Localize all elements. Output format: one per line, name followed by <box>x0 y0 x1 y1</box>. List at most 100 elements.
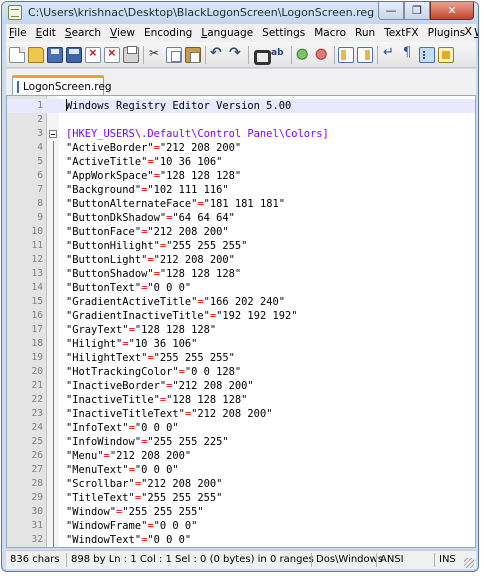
text-editor[interactable]: 1 Windows Registry Editor Version 5.00 2 3[… <box>6 95 476 548</box>
sync-horizontal-icon[interactable] <box>357 46 373 63</box>
registry-key: "ButtonHilight" <box>66 240 160 252</box>
editor-line[interactable]: 31 "WindowFrame"="0 0 0" <box>7 519 475 533</box>
print-icon[interactable] <box>123 45 139 63</box>
editor-line[interactable]: 9 "ButtonDkShadow"="64 64 64" <box>7 211 475 225</box>
menu-item[interactable]: Search <box>62 27 104 39</box>
cut-icon[interactable] <box>147 46 163 63</box>
tab-logonscreen-reg[interactable]: LogonScreen.reg <box>12 75 111 95</box>
editor-line[interactable]: 25 "InfoWindow"="255 255 225" <box>7 435 475 449</box>
editor-line[interactable]: 8 "ButtonAlternateFace"="181 181 181" <box>7 197 475 211</box>
editor-line[interactable]: 10 "ButtonFace"="212 208 200" <box>7 225 475 239</box>
open-file-icon[interactable] <box>28 46 44 63</box>
editor-line[interactable]: 23 "InactiveTitleText"="212 208 200" <box>7 407 475 421</box>
paste-icon[interactable] <box>185 46 201 63</box>
editor-line[interactable]: 27 "MenuText"="0 0 0" <box>7 463 475 477</box>
title-bar[interactable]: C:\Users\krishnac\Desktop\BlackLogonScre… <box>2 2 478 24</box>
editor-line[interactable]: 11 "ButtonHilight"="255 255 255" <box>7 239 475 253</box>
editor-line[interactable]: 24 "InfoText"="0 0 0" <box>7 421 475 435</box>
editor-line[interactable]: 15 "GradientActiveTitle"="166 202 240" <box>7 295 475 309</box>
registry-key: "GradientActiveTitle" <box>66 296 198 308</box>
editor-line[interactable]: 12 "ButtonLight"="212 208 200" <box>7 253 475 267</box>
line-number: 13 <box>31 268 43 279</box>
editor-line[interactable]: 29 "TitleText"="255 255 255" <box>7 491 475 505</box>
registry-key: "HilightText" <box>66 352 148 364</box>
fold-guide <box>49 379 57 393</box>
user-language-icon[interactable] <box>438 46 454 63</box>
find-icon[interactable] <box>252 47 271 65</box>
registry-key: "ActiveTitle" <box>66 156 148 168</box>
menu-label: Plugins <box>427 27 466 39</box>
editor-line[interactable]: 14 "ButtonText"="0 0 0" <box>7 281 475 295</box>
editor-line[interactable]: 17 "GrayText"="128 128 128" <box>7 323 475 337</box>
minimize-button[interactable]: — <box>378 2 404 20</box>
menu-item[interactable]: Run <box>352 27 378 39</box>
editor-line[interactable]: 5 "ActiveTitle"="10 36 106" <box>7 155 475 169</box>
save-icon[interactable] <box>47 46 63 63</box>
registry-value: "102 111 116" <box>147 184 229 196</box>
editor-line[interactable]: 4 "ActiveBorder"="212 208 200" <box>7 141 475 155</box>
editor-line[interactable]: 13 "ButtonShadow"="128 128 128" <box>7 267 475 281</box>
registry-key: "AppWorkSpace" <box>66 170 154 182</box>
editor-line[interactable]: 28 "Scrollbar"="212 208 200" <box>7 477 475 491</box>
zoom-in-icon[interactable] <box>295 46 311 63</box>
editor-line[interactable]: 22 "InactiveTitle"="128 128 128" <box>7 393 475 407</box>
show-all-chars-icon[interactable] <box>400 45 416 63</box>
menu-item[interactable]: Settings <box>259 27 308 39</box>
indent-guide-icon[interactable] <box>419 46 435 63</box>
editor-line[interactable]: 1 Windows Registry Editor Version 5.00 <box>7 99 475 113</box>
fold-toggle-icon[interactable] <box>49 130 57 138</box>
editor-line[interactable]: 2 <box>7 113 475 127</box>
word-wrap-icon[interactable] <box>381 45 397 63</box>
tab-bar: LogonScreen.reg <box>6 69 476 95</box>
menu-item[interactable]: File <box>6 27 30 39</box>
editor-line[interactable]: 19 "HilightText"="255 255 255" <box>7 351 475 365</box>
save-all-icon[interactable] <box>66 46 82 63</box>
editor-line[interactable]: 6 "AppWorkSpace"="128 128 128" <box>7 169 475 183</box>
close-all-icon[interactable] <box>104 45 120 63</box>
menu-item[interactable]: View <box>107 27 138 39</box>
menu-accelerator: S <box>64 27 72 39</box>
redo-icon[interactable] <box>228 45 244 63</box>
copy-icon[interactable] <box>166 46 182 63</box>
line-content: "Scrollbar"="212 208 200" <box>66 477 222 491</box>
registry-value: "0 0 0" <box>147 282 192 294</box>
line-number: 25 <box>31 436 43 447</box>
close-document-icon[interactable]: X <box>464 25 472 38</box>
menu-item[interactable]: Encoding <box>141 27 195 39</box>
close-file-icon[interactable] <box>85 45 101 63</box>
line-content: "InactiveTitle"="128 128 128" <box>66 393 247 407</box>
restore-button[interactable]: ❐ <box>404 2 430 20</box>
status-eol-format: Dos\Windows <box>316 554 384 565</box>
line-number: 18 <box>31 338 43 349</box>
editor-line[interactable]: 20 "HotTrackingColor"="0 0 128" <box>7 365 475 379</box>
editor-line[interactable]: 16 "GradientInactiveTitle"="192 192 192" <box>7 309 475 323</box>
close-window-button[interactable]: ✕ <box>430 2 474 20</box>
editor-line[interactable]: 7 "Background"="102 111 116" <box>7 183 475 197</box>
notepadpp-app-icon[interactable] <box>8 5 22 20</box>
editor-line[interactable]: 26 "Menu"="212 208 200" <box>7 449 475 463</box>
status-position: 898 by Ln : 1 Col : 1 Sel : 0 (0 bytes) … <box>71 554 314 565</box>
fold-guide <box>49 155 57 169</box>
editor-line[interactable]: 30 "Window"="255 255 255" <box>7 505 475 519</box>
editor-line[interactable]: 18 "Hilight"="10 36 106" <box>7 337 475 351</box>
menu-item[interactable]: Plugins <box>425 27 469 39</box>
line-content: "InactiveTitleText"="212 208 200" <box>66 407 272 421</box>
sync-vertical-icon[interactable] <box>338 46 354 63</box>
status-divider <box>311 553 312 567</box>
registry-value: "0 0 128" <box>184 366 242 378</box>
replace-icon[interactable] <box>271 47 287 63</box>
menu-item[interactable]: TextFX <box>381 27 421 39</box>
editor-line[interactable]: 21 "InactiveBorder"="212 208 200" <box>7 379 475 393</box>
zoom-out-icon[interactable] <box>314 46 330 63</box>
editor-line[interactable]: 3 [HKEY_USERS\.Default\Control Panel\Colo… <box>7 127 475 141</box>
undo-icon[interactable] <box>209 45 225 63</box>
menu-item[interactable]: Edit <box>33 27 59 39</box>
new-file-icon[interactable] <box>9 46 25 63</box>
editor-line[interactable]: 32 "WindowText"="0 0 0" <box>7 533 475 547</box>
line-content: "ActiveTitle"="10 36 106" <box>66 155 222 169</box>
resize-grip[interactable] <box>464 558 474 568</box>
menu-item[interactable]: Macro <box>311 27 349 39</box>
menu-item[interactable]: Window <box>471 27 478 39</box>
notepadpp-window: C:\Users\krishnac\Desktop\BlackLogonScre… <box>1 1 479 572</box>
menu-item[interactable]: Language <box>198 27 256 39</box>
